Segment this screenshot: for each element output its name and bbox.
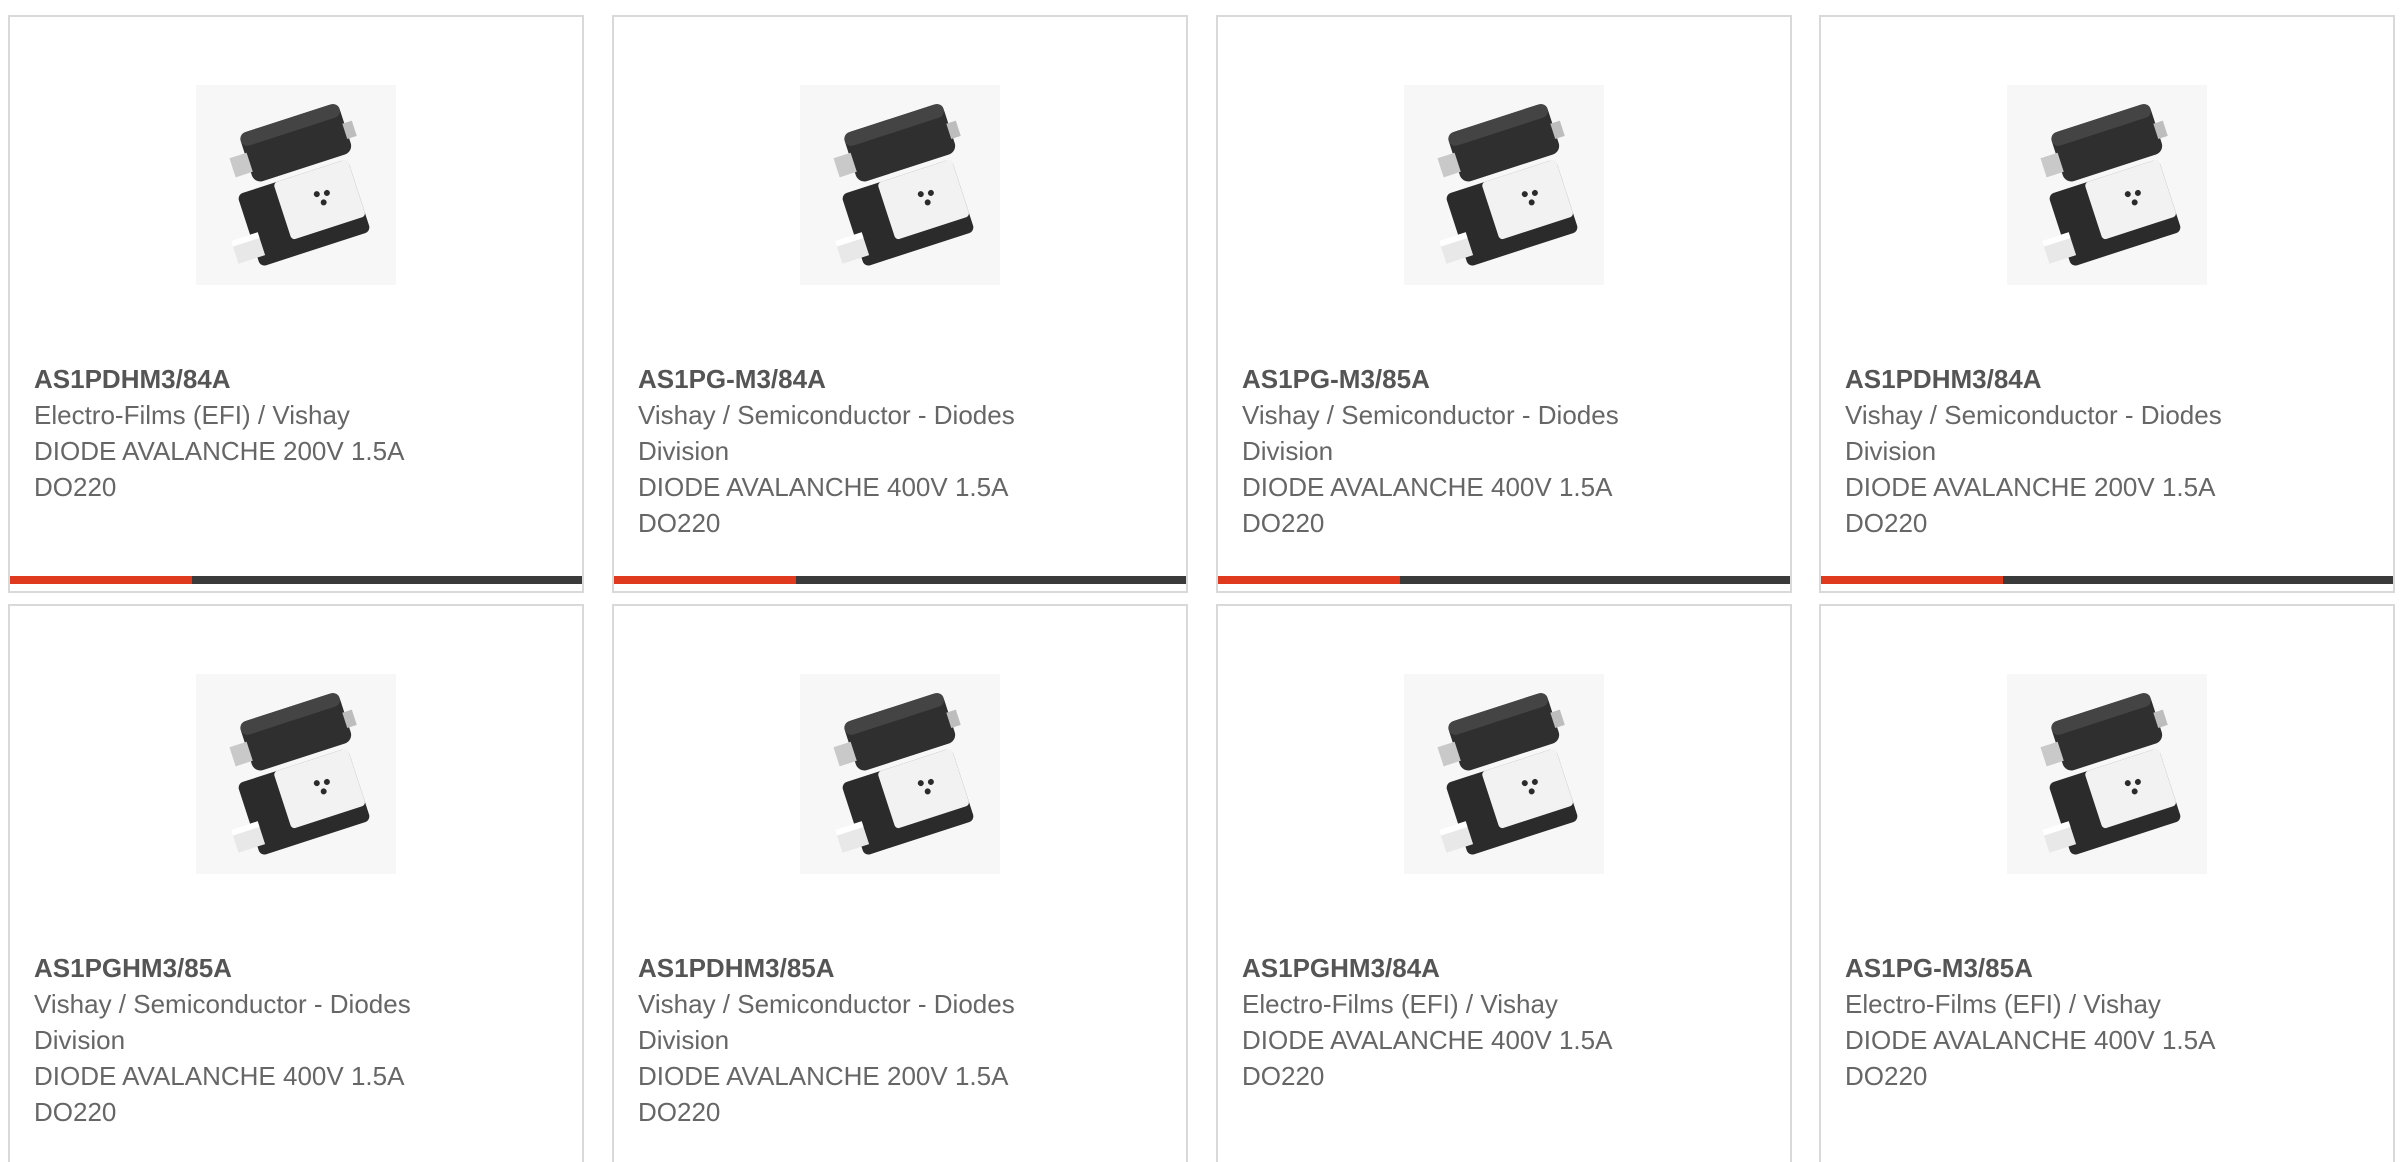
- card-accent-bar: [1821, 576, 2003, 584]
- product-info: AS1PG-M3/85A Vishay / Semiconductor - Di…: [1242, 361, 1702, 541]
- product-card[interactable]: AS1PDHM3/84A Vishay / Semiconductor - Di…: [1819, 15, 2395, 593]
- part-number[interactable]: AS1PDHM3/84A: [1845, 361, 2305, 397]
- product-card[interactable]: AS1PDHM3/84A Electro-Films (EFI) / Visha…: [8, 15, 584, 593]
- part-number[interactable]: AS1PG-M3/85A: [1845, 950, 2305, 986]
- card-bottom-bar: [1821, 576, 2393, 584]
- card-accent-bar: [614, 576, 796, 584]
- package: DO220: [1242, 508, 1325, 538]
- package: DO220: [1845, 508, 1928, 538]
- card-bottom-bar: [614, 576, 1186, 584]
- description: DIODE AVALANCHE 200V 1.5A: [638, 1061, 1009, 1091]
- diode-package-icon: [196, 85, 396, 285]
- package: DO220: [638, 1097, 721, 1127]
- manufacturer: Vishay / Semiconductor - Diodes Division: [638, 400, 1015, 466]
- description: DIODE AVALANCHE 400V 1.5A: [34, 1061, 405, 1091]
- package: DO220: [1845, 1061, 1928, 1091]
- product-card[interactable]: AS1PGHM3/84A Electro-Films (EFI) / Visha…: [1216, 604, 1792, 1162]
- part-number[interactable]: AS1PG-M3/85A: [1242, 361, 1702, 397]
- manufacturer: Vishay / Semiconductor - Diodes Division: [34, 989, 411, 1055]
- product-info: AS1PGHM3/85A Vishay / Semiconductor - Di…: [34, 950, 494, 1130]
- card-bottom-bar: [10, 576, 582, 584]
- part-number[interactable]: AS1PDHM3/84A: [34, 361, 494, 397]
- part-number[interactable]: AS1PG-M3/84A: [638, 361, 1098, 397]
- package: DO220: [1242, 1061, 1325, 1091]
- package: DO220: [34, 472, 117, 502]
- product-info: AS1PGHM3/84A Electro-Films (EFI) / Visha…: [1242, 950, 1702, 1094]
- description: DIODE AVALANCHE 400V 1.5A: [638, 472, 1009, 502]
- product-info: AS1PG-M3/84A Vishay / Semiconductor - Di…: [638, 361, 1098, 541]
- description: DIODE AVALANCHE 200V 1.5A: [1845, 472, 2216, 502]
- product-card[interactable]: AS1PDHM3/85A Vishay / Semiconductor - Di…: [612, 604, 1188, 1162]
- product-grid: AS1PDHM3/84A Electro-Films (EFI) / Visha…: [0, 0, 2400, 1162]
- product-card[interactable]: AS1PG-M3/85A Vishay / Semiconductor - Di…: [1216, 15, 1792, 593]
- product-info: AS1PDHM3/84A Electro-Films (EFI) / Visha…: [34, 361, 494, 505]
- manufacturer: Vishay / Semiconductor - Diodes Division: [638, 989, 1015, 1055]
- part-number[interactable]: AS1PGHM3/85A: [34, 950, 494, 986]
- product-card[interactable]: AS1PGHM3/85A Vishay / Semiconductor - Di…: [8, 604, 584, 1162]
- manufacturer: Vishay / Semiconductor - Diodes Division: [1845, 400, 2222, 466]
- manufacturer: Electro-Films (EFI) / Vishay: [1242, 989, 1558, 1019]
- diode-package-icon: [800, 85, 1000, 285]
- manufacturer: Vishay / Semiconductor - Diodes Division: [1242, 400, 1619, 466]
- diode-package-icon: [1404, 85, 1604, 285]
- description: DIODE AVALANCHE 400V 1.5A: [1242, 472, 1613, 502]
- card-bottom-bar: [1218, 576, 1790, 584]
- card-accent-bar: [1218, 576, 1400, 584]
- product-card[interactable]: AS1PG-M3/85A Electro-Films (EFI) / Visha…: [1819, 604, 2395, 1162]
- diode-package-icon: [2007, 674, 2207, 874]
- product-card[interactable]: AS1PG-M3/84A Vishay / Semiconductor - Di…: [612, 15, 1188, 593]
- package: DO220: [638, 508, 721, 538]
- manufacturer: Electro-Films (EFI) / Vishay: [1845, 989, 2161, 1019]
- diode-package-icon: [2007, 85, 2207, 285]
- product-info: AS1PDHM3/85A Vishay / Semiconductor - Di…: [638, 950, 1098, 1130]
- product-info: AS1PG-M3/85A Electro-Films (EFI) / Visha…: [1845, 950, 2305, 1094]
- part-number[interactable]: AS1PDHM3/85A: [638, 950, 1098, 986]
- part-number[interactable]: AS1PGHM3/84A: [1242, 950, 1702, 986]
- description: DIODE AVALANCHE 200V 1.5A: [34, 436, 405, 466]
- manufacturer: Electro-Films (EFI) / Vishay: [34, 400, 350, 430]
- diode-package-icon: [1404, 674, 1604, 874]
- diode-package-icon: [800, 674, 1000, 874]
- description: DIODE AVALANCHE 400V 1.5A: [1242, 1025, 1613, 1055]
- product-info: AS1PDHM3/84A Vishay / Semiconductor - Di…: [1845, 361, 2305, 541]
- card-accent-bar: [10, 576, 192, 584]
- diode-package-icon: [196, 674, 396, 874]
- description: DIODE AVALANCHE 400V 1.5A: [1845, 1025, 2216, 1055]
- package: DO220: [34, 1097, 117, 1127]
